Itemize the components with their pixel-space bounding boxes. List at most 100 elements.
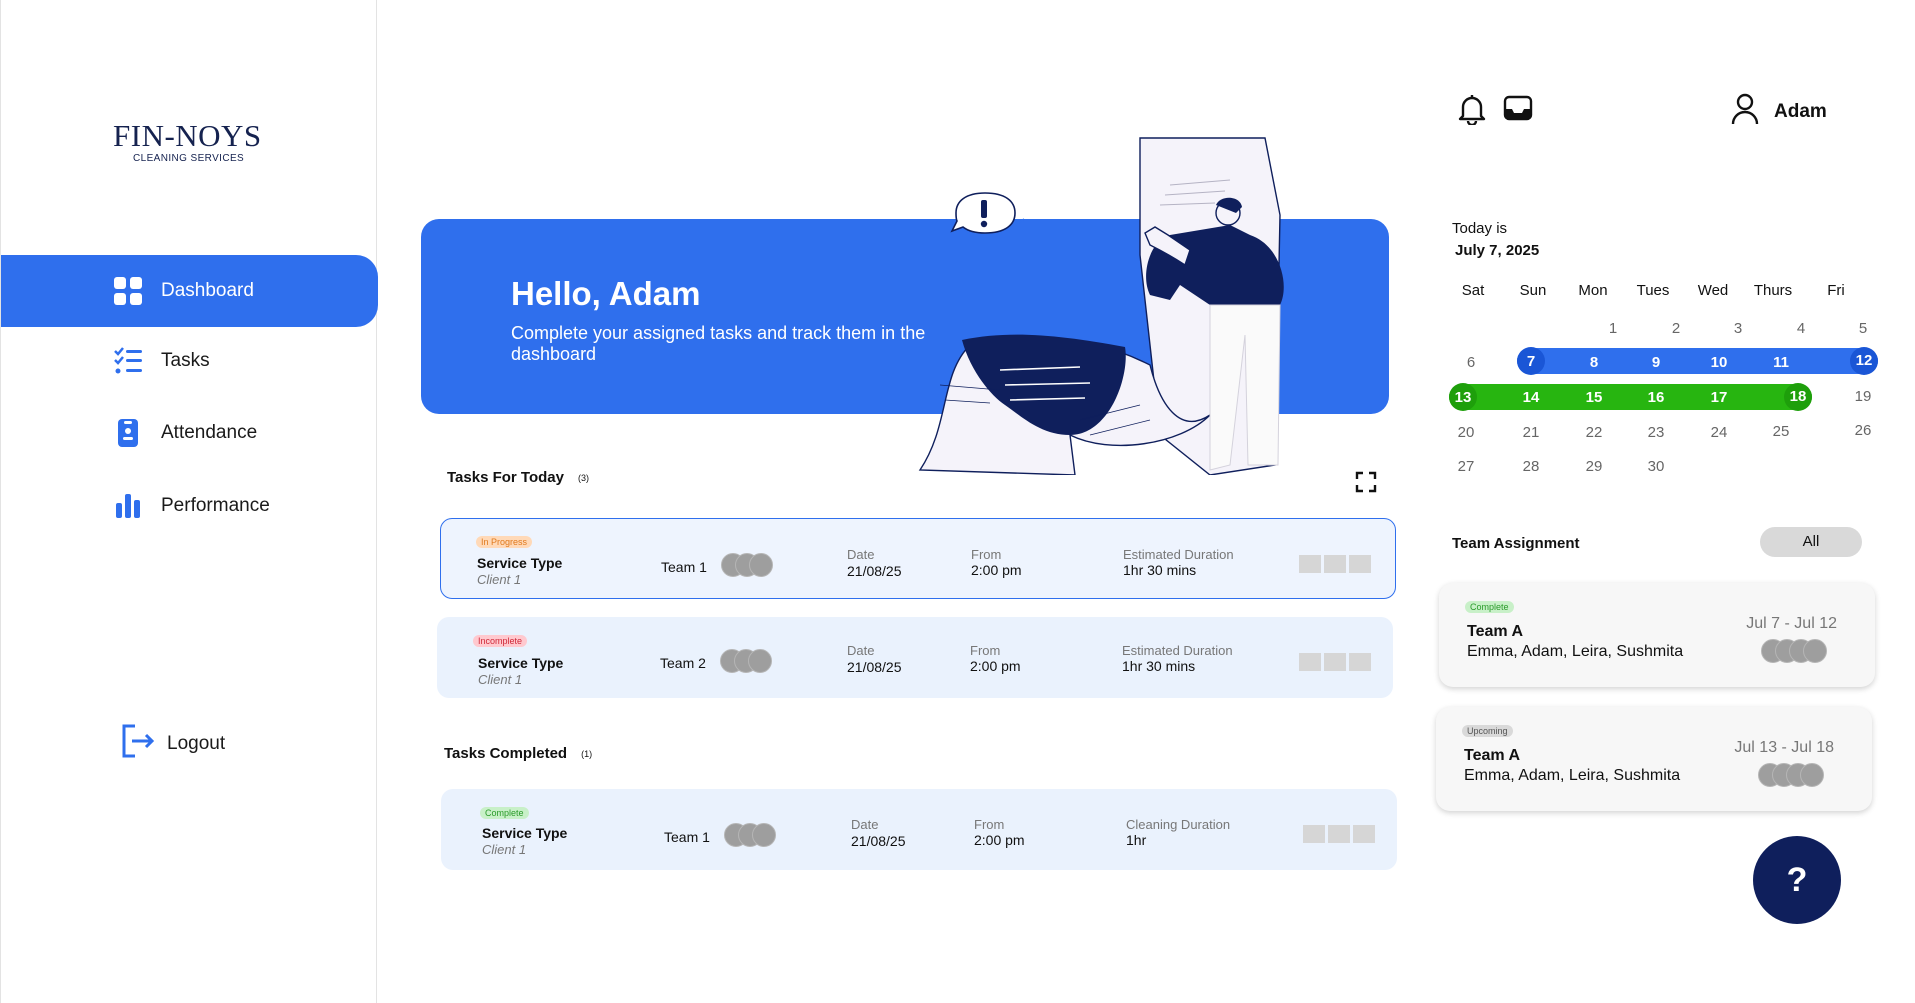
weekday-header: Sat bbox=[1461, 282, 1485, 299]
team-avatars bbox=[720, 649, 772, 673]
header-icons bbox=[1457, 93, 1533, 130]
logout-button[interactable]: Logout bbox=[119, 722, 225, 766]
bar-chart-icon bbox=[113, 491, 143, 521]
clipboard-icon bbox=[113, 418, 143, 448]
sidebar-item-performance[interactable]: Performance bbox=[1, 470, 378, 542]
grid-icon bbox=[113, 276, 143, 306]
weekday-header: Mon bbox=[1578, 282, 1608, 299]
bell-icon[interactable] bbox=[1457, 93, 1487, 130]
team-card[interactable]: Complete Team A Emma, Adam, Leira, Sushm… bbox=[1439, 583, 1875, 687]
logout-icon bbox=[119, 722, 157, 766]
action-placeholder[interactable] bbox=[1324, 555, 1346, 573]
calendar-day[interactable]: 19 bbox=[1843, 388, 1883, 405]
calendar-day[interactable]: 4 bbox=[1781, 320, 1821, 337]
task-card[interactable]: Complete Service Type Client 1 Team 1 Da… bbox=[441, 789, 1397, 870]
today-date: July 7, 2025 bbox=[1455, 242, 1540, 259]
calendar-day[interactable]: 12 bbox=[1844, 352, 1884, 369]
action-placeholder[interactable] bbox=[1353, 825, 1375, 843]
team-name: Team A bbox=[1467, 623, 1524, 640]
calendar-day[interactable]: 23 bbox=[1636, 424, 1676, 441]
expand-icon[interactable] bbox=[1355, 471, 1377, 498]
tasks-completed-heading: Tasks Completed (1) bbox=[444, 745, 592, 762]
sidebar-item-tasks[interactable]: Tasks bbox=[1, 325, 378, 397]
brand-name: FIN-NOYS bbox=[113, 118, 262, 153]
inbox-icon[interactable] bbox=[1503, 93, 1533, 130]
avatar bbox=[1800, 763, 1824, 787]
action-placeholder[interactable] bbox=[1328, 825, 1350, 843]
calendar-day[interactable]: 14 bbox=[1511, 389, 1551, 406]
today-label: Today is bbox=[1452, 220, 1508, 237]
checklist-icon bbox=[113, 346, 143, 376]
status-badge: Incomplete bbox=[473, 635, 528, 647]
filter-all-button[interactable]: All bbox=[1760, 527, 1862, 557]
help-button[interactable]: ? bbox=[1753, 836, 1841, 924]
duration-label: Estimated Duration bbox=[1123, 547, 1234, 562]
calendar-day[interactable]: 1 bbox=[1593, 320, 1633, 337]
user-name: Adam bbox=[1774, 101, 1827, 122]
brand-tagline: CLEANING SERVICES bbox=[133, 153, 245, 164]
status-badge: Upcoming bbox=[1462, 725, 1513, 737]
welcome-heading: Hello, Adam bbox=[511, 275, 701, 312]
avatar bbox=[1803, 639, 1827, 663]
calendar-day[interactable]: 20 bbox=[1446, 424, 1486, 441]
calendar-day[interactable]: 29 bbox=[1574, 458, 1614, 475]
brand-logo[interactable]: FIN-NOYS CLEANING SERVICES bbox=[113, 118, 263, 168]
tasks-completed-count: (1) bbox=[581, 749, 593, 760]
calendar-day[interactable]: 11 bbox=[1761, 354, 1801, 371]
duration-value: 1hr bbox=[1126, 832, 1147, 848]
calendar-day[interactable]: 5 bbox=[1843, 320, 1883, 337]
sidebar-item-dashboard[interactable]: Dashboard bbox=[1, 255, 378, 327]
team-card[interactable]: Upcoming Team A Emma, Adam, Leira, Sushm… bbox=[1436, 707, 1872, 811]
weekday-header: Thurs bbox=[1753, 282, 1793, 299]
weekday-header: Tues bbox=[1636, 282, 1670, 299]
action-placeholder[interactable] bbox=[1324, 653, 1346, 671]
calendar-day[interactable]: 16 bbox=[1636, 389, 1676, 406]
team-date-range: Jul 13 - Jul 18 bbox=[1734, 739, 1834, 756]
week-highlight-green bbox=[1449, 384, 1812, 410]
weekday-header: Fri bbox=[1827, 282, 1845, 299]
client-name: Client 1 bbox=[478, 672, 523, 687]
action-placeholder[interactable] bbox=[1303, 825, 1325, 843]
calendar-day[interactable]: 3 bbox=[1718, 320, 1758, 337]
calendar-day[interactable]: 7 bbox=[1511, 353, 1551, 370]
calendar-day[interactable]: 9 bbox=[1636, 354, 1676, 371]
calendar-day[interactable]: 10 bbox=[1699, 354, 1739, 371]
calendar-day[interactable]: 21 bbox=[1511, 424, 1551, 441]
avatar bbox=[752, 823, 776, 847]
sidebar-item-attendance[interactable]: Attendance bbox=[1, 397, 378, 469]
action-placeholder[interactable] bbox=[1299, 653, 1321, 671]
task-card[interactable]: In Progress Service Type Client 1 Team 1… bbox=[440, 518, 1396, 599]
calendar-day[interactable]: 18 bbox=[1778, 388, 1818, 405]
team-members: Emma, Adam, Leira, Sushmita bbox=[1464, 767, 1681, 784]
calendar-day[interactable]: 30 bbox=[1636, 458, 1676, 475]
team-members: Emma, Adam, Leira, Sushmita bbox=[1467, 643, 1684, 660]
client-name: Client 1 bbox=[477, 572, 522, 587]
status-badge: In Progress bbox=[476, 536, 533, 548]
calendar-day[interactable]: 13 bbox=[1443, 389, 1483, 406]
calendar-day[interactable]: 24 bbox=[1699, 424, 1739, 441]
from-value: 2:00 pm bbox=[970, 658, 1021, 674]
calendar-day[interactable]: 26 bbox=[1843, 422, 1883, 439]
service-type: Service Type bbox=[478, 655, 564, 671]
task-card[interactable]: Incomplete Service Type Client 1 Team 2 … bbox=[437, 617, 1393, 698]
from-value: 2:00 pm bbox=[971, 562, 1022, 578]
calendar-day[interactable]: 27 bbox=[1446, 458, 1486, 475]
calendar-day[interactable]: 8 bbox=[1574, 354, 1614, 371]
action-placeholders bbox=[1299, 555, 1371, 573]
welcome-message: Complete your assigned tasks and track t… bbox=[511, 323, 926, 364]
calendar-day[interactable]: 17 bbox=[1699, 389, 1739, 406]
action-placeholder[interactable] bbox=[1349, 555, 1371, 573]
calendar: Sat Sun Mon Tues Wed Thurs Fri 1 2 3 4 5… bbox=[1448, 282, 1878, 482]
action-placeholder[interactable] bbox=[1349, 653, 1371, 671]
status-badge: Complete bbox=[1465, 601, 1514, 613]
calendar-day[interactable]: 28 bbox=[1511, 458, 1551, 475]
duration-value: 1hr 30 mins bbox=[1123, 562, 1197, 578]
calendar-day[interactable]: 25 bbox=[1761, 423, 1801, 440]
calendar-day[interactable]: 2 bbox=[1656, 320, 1696, 337]
calendar-day[interactable]: 15 bbox=[1574, 389, 1614, 406]
action-placeholder[interactable] bbox=[1299, 555, 1321, 573]
calendar-day[interactable]: 22 bbox=[1574, 424, 1614, 441]
calendar-day[interactable]: 6 bbox=[1451, 354, 1491, 371]
sidebar-item-label: Attendance bbox=[161, 422, 258, 443]
user-menu[interactable]: Adam bbox=[1730, 93, 1827, 131]
